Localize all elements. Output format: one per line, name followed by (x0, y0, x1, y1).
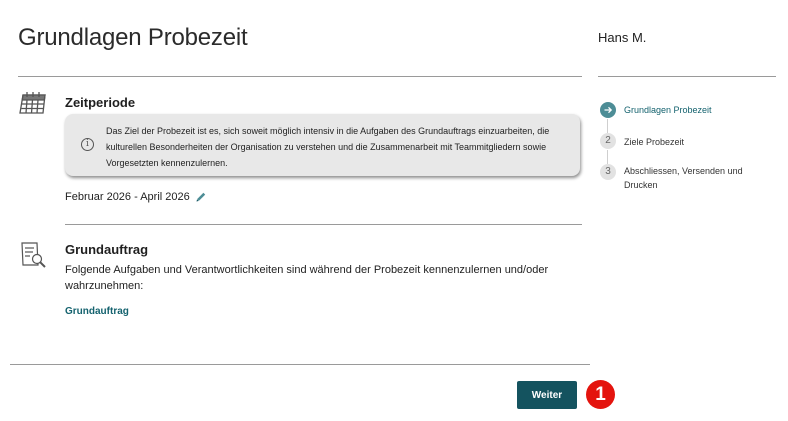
step-number: 2 (600, 133, 616, 149)
divider (18, 76, 582, 77)
user-name[interactable]: Hans M. (598, 30, 646, 45)
period-row: Februar 2026 - April 2026 (65, 191, 207, 203)
step-number: 3 (600, 164, 616, 180)
arrow-right-icon (600, 102, 616, 118)
section-heading-task: Grundauftrag (65, 242, 149, 257)
step-connector (607, 150, 608, 164)
task-search-icon (21, 242, 46, 268)
divider (65, 224, 582, 225)
step-connector (607, 119, 608, 133)
page-title: Grundlagen Probezeit (18, 24, 248, 51)
info-text: Das Ziel der Probezeit ist es, sich sowe… (106, 126, 550, 168)
step-label: Abschliessen, Versenden und Drucken (624, 166, 743, 190)
next-button[interactable]: Weiter (517, 381, 577, 409)
calendar-icon (19, 92, 46, 114)
task-description: Folgende Aufgaben und Verantwortlichkeit… (65, 264, 549, 292)
annotation-marker: 1 (586, 380, 615, 409)
step-ziele[interactable]: 2 Ziele Probezeit (600, 133, 684, 149)
section-heading-period: Zeitperiode (65, 95, 136, 110)
step-abschliessen[interactable]: 3 Abschliessen, Versenden und Drucken (600, 164, 774, 192)
divider (10, 364, 590, 365)
divider (598, 76, 776, 77)
step-label: Ziele Probezeit (624, 137, 685, 147)
step-grundlagen[interactable]: Grundlagen Probezeit (600, 102, 712, 118)
step-label: Grundlagen Probezeit (624, 105, 712, 115)
info-box: i Das Ziel der Probezeit ist es, sich so… (65, 114, 580, 176)
grundauftrag-link[interactable]: Grundauftrag (65, 306, 129, 317)
period-value: Februar 2026 - April 2026 (65, 191, 190, 203)
info-icon: i (81, 138, 94, 151)
pencil-icon[interactable] (195, 191, 207, 203)
